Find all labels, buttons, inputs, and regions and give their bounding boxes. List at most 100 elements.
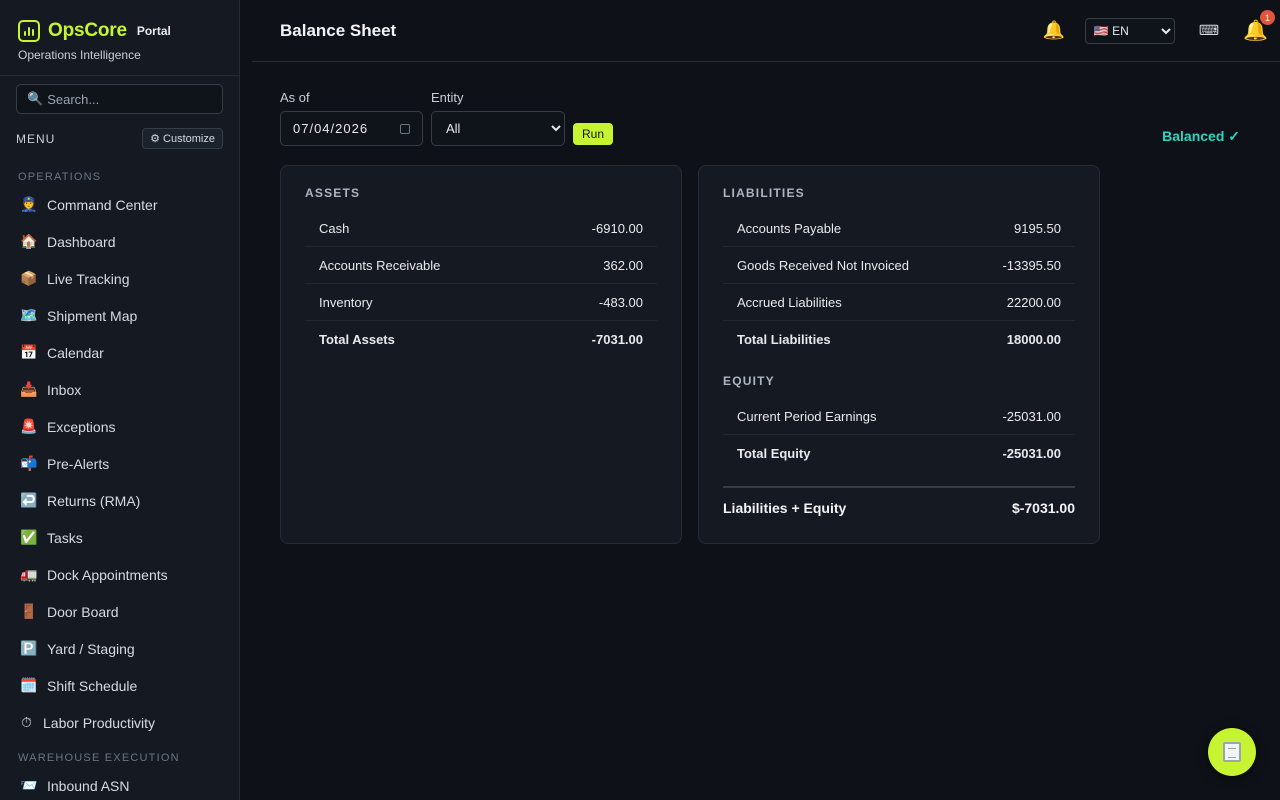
total-liabilities-row: Total Liabilities 18000.00 xyxy=(723,321,1075,358)
liabilities-equity-card: LIABILITIES Accounts Payable 9195.50 Good… xyxy=(698,165,1100,544)
assets-card: ASSETS Cash -6910.00 Accounts Receivable 3… xyxy=(280,165,682,544)
sidebar-item-label: Returns (RMA) xyxy=(47,492,141,509)
table-row: Accrued Liabilities 22200.00 xyxy=(723,284,1075,321)
row-value: 9195.50 xyxy=(1014,220,1061,236)
brand-suffix: Portal xyxy=(136,24,171,38)
total-value: 18000.00 xyxy=(1006,332,1061,347)
nav-warehouse-execution: 📨 Inbound ASN xyxy=(0,767,239,800)
search-box[interactable]: 🔍 xyxy=(16,84,223,114)
bell-icon[interactable]: 🔔 xyxy=(1042,20,1064,41)
row-label: Accounts Receivable xyxy=(319,257,441,273)
sidebar-item-inbox[interactable]: 📥 Inbox xyxy=(0,371,239,408)
sidebar-item-returns[interactable]: ↩️ Returns (RMA) xyxy=(0,482,239,519)
equity-heading: EQUITY xyxy=(723,374,775,388)
inbox-tray-icon: 📥 xyxy=(20,381,38,397)
sidebar-item-dock-appointments[interactable]: 🚛 Dock Appointments xyxy=(0,556,239,593)
sidebar-item-label: Shift Schedule xyxy=(47,677,138,694)
sidebar-item-labor-productivity[interactable]: ⏱ Labor Productivity xyxy=(0,704,239,741)
entity-label: Entity xyxy=(431,90,464,105)
mailbox-icon: 📬 xyxy=(20,455,38,471)
sidebar-item-label: Shipment Map xyxy=(47,307,138,324)
language-select[interactable]: 🇺🇸 EN xyxy=(1084,17,1175,44)
brand-tagline: Operations Intelligence xyxy=(18,48,141,62)
sidebar-item-exceptions[interactable]: 🚨 Exceptions xyxy=(0,408,239,445)
sidebar-item-label: Exceptions xyxy=(47,418,116,435)
table-row: Cash -6910.00 xyxy=(305,210,657,247)
as-of-label: As of xyxy=(280,90,310,105)
section-label-operations: OPERATIONS xyxy=(18,171,102,183)
sidebar-item-tasks[interactable]: ✅ Tasks xyxy=(0,519,239,556)
sidebar-item-label: Labor Productivity xyxy=(43,714,156,731)
row-value: -483.00 xyxy=(598,294,643,310)
sidebar-item-label: Calendar xyxy=(47,344,104,361)
row-label: Inventory xyxy=(319,294,373,310)
table-row: Goods Received Not Invoiced -13395.50 xyxy=(723,247,1075,284)
liabilities-plus-equity-row: Liabilities + Equity $-7031.00 xyxy=(723,486,1075,516)
total-label: Total Equity xyxy=(737,446,811,461)
brand-name[interactable]: OpsCore xyxy=(48,20,127,42)
customize-button[interactable]: ⚙ Customize xyxy=(142,128,223,149)
calendar-picker-icon[interactable] xyxy=(400,123,410,134)
search-input[interactable] xyxy=(47,91,198,107)
sidebar-item-dashboard[interactable]: 🏠 Dashboard xyxy=(0,223,239,260)
run-button[interactable]: Run xyxy=(573,123,614,145)
sidebar-item-label: Yard / Staging xyxy=(47,640,135,657)
stopwatch-icon: ⏱ xyxy=(21,714,32,730)
sidebar-item-command-center[interactable]: 👮 Command Center xyxy=(0,186,239,223)
sidebar-item-label: Pre-Alerts xyxy=(47,455,110,472)
balanced-status: Balanced ✓ xyxy=(1162,128,1240,144)
keyboard-icon[interactable]: ⌨ xyxy=(1199,22,1219,39)
as-of-date-value: 07/04/2026 xyxy=(293,121,369,136)
assets-heading: ASSETS xyxy=(305,186,361,200)
door-icon: 🚪 xyxy=(20,603,38,619)
menu-title: MENU xyxy=(16,131,56,146)
sidebar-item-pre-alerts[interactable]: 📬 Pre-Alerts xyxy=(0,445,239,482)
sidebar-item-shipment-map[interactable]: 🗺️ Shipment Map xyxy=(0,297,239,334)
sidebar-item-label: Tasks xyxy=(47,529,83,546)
table-row: Accounts Payable 9195.50 xyxy=(723,210,1075,247)
sidebar-item-inbound-asn[interactable]: 📨 Inbound ASN xyxy=(0,767,239,800)
sidebar-item-shift-schedule[interactable]: 🗓️ Shift Schedule xyxy=(0,667,239,704)
total-value: -7031.00 xyxy=(591,332,643,347)
clipboard-icon xyxy=(1223,742,1241,762)
return-arrow-icon: ↩️ xyxy=(20,492,38,508)
sidebar-item-label: Dock Appointments xyxy=(47,566,168,583)
calendar-pad-icon: 🗓️ xyxy=(20,677,38,693)
as-of-date-input[interactable]: 07/04/2026 xyxy=(280,111,423,146)
sidebar-item-label: Command Center xyxy=(47,196,158,213)
search-icon: 🔍 xyxy=(27,91,44,106)
brand: OpsCore Portal Operations Intelligence xyxy=(0,0,239,76)
row-label: Cash xyxy=(319,220,350,236)
row-value: -25031.00 xyxy=(1002,408,1061,424)
sidebar-item-live-tracking[interactable]: 📦 Live Tracking xyxy=(0,260,239,297)
parking-icon: 🅿️ xyxy=(20,640,38,656)
sidebar-item-door-board[interactable]: 🚪 Door Board xyxy=(0,593,239,630)
map-icon: 🗺️ xyxy=(20,307,38,323)
sidebar-item-label: Inbound ASN xyxy=(47,777,130,794)
calendar-icon: 📅 xyxy=(20,344,38,360)
total-label: Total Liabilities xyxy=(737,332,831,347)
notifications-button[interactable]: 🔔 1 xyxy=(1243,10,1275,43)
row-value: -13395.50 xyxy=(1002,257,1061,273)
sidebar: OpsCore Portal Operations Intelligence 🔍… xyxy=(0,0,240,800)
truck-icon: 🚛 xyxy=(20,566,38,582)
table-row: Current Period Earnings -25031.00 xyxy=(723,398,1075,435)
row-label: Accounts Payable xyxy=(737,220,842,236)
row-label: Goods Received Not Invoiced xyxy=(737,257,909,273)
clipboard-fab-button[interactable] xyxy=(1208,728,1256,776)
le-value: $-7031.00 xyxy=(1011,500,1075,516)
sidebar-item-yard-staging[interactable]: 🅿️ Yard / Staging xyxy=(0,630,239,667)
sidebar-item-label: Door Board xyxy=(47,603,119,620)
section-label-warehouse-execution: WAREHOUSE EXECUTION xyxy=(18,752,180,764)
bar-chart-icon xyxy=(18,20,40,42)
total-equity-row: Total Equity -25031.00 xyxy=(723,435,1075,472)
police-officer-icon: 👮 xyxy=(20,196,38,212)
entity-select[interactable]: All xyxy=(431,111,565,146)
notification-badge: 1 xyxy=(1260,10,1275,25)
total-label: Total Assets xyxy=(319,332,395,347)
package-icon: 📦 xyxy=(20,270,38,286)
row-label: Current Period Earnings xyxy=(737,408,877,424)
liabilities-heading: LIABILITIES xyxy=(723,186,805,200)
sidebar-item-calendar[interactable]: 📅 Calendar xyxy=(0,334,239,371)
row-value: -6910.00 xyxy=(591,220,643,236)
